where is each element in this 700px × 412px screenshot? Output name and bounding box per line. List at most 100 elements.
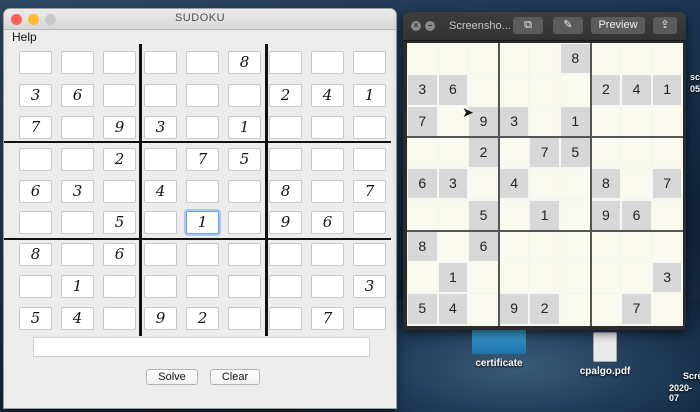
sudoku-cell[interactable] [61, 211, 94, 234]
markup-icon[interactable]: ✎ [553, 17, 583, 34]
sudoku-cell[interactable]: 5 [19, 307, 52, 330]
sudoku-cell[interactable] [269, 51, 302, 74]
sudoku-cell[interactable]: 3 [144, 116, 177, 139]
sudoku-cell[interactable] [269, 307, 302, 330]
preview-sudoku-cell: 1 [652, 75, 682, 105]
sudoku-cell[interactable] [228, 275, 261, 298]
sudoku-cell[interactable] [144, 51, 177, 74]
minimize-icon[interactable]: − [425, 21, 435, 31]
sudoku-cell[interactable]: 6 [311, 211, 344, 234]
sudoku-cell[interactable] [311, 180, 344, 203]
sudoku-cell[interactable] [103, 275, 136, 298]
sudoku-cell[interactable] [186, 275, 219, 298]
sudoku-cell[interactable] [269, 275, 302, 298]
sudoku-cell[interactable] [103, 84, 136, 107]
sudoku-cell[interactable] [228, 307, 261, 330]
sudoku-cell[interactable]: 5 [228, 148, 261, 171]
sudoku-cell[interactable]: 7 [311, 307, 344, 330]
sudoku-cell[interactable] [228, 180, 261, 203]
copy-icon[interactable]: ⧉ [513, 17, 543, 34]
result-field[interactable] [33, 337, 370, 357]
sudoku-cell[interactable]: 9 [269, 211, 302, 234]
sudoku-cell[interactable]: 6 [19, 180, 52, 203]
sudoku-cell[interactable]: 4 [61, 307, 94, 330]
sudoku-cell[interactable] [186, 243, 219, 266]
sudoku-cell[interactable] [19, 51, 52, 74]
sudoku-cell[interactable]: 9 [103, 116, 136, 139]
preview-sudoku-cell: 6 [622, 200, 651, 230]
sudoku-cell[interactable] [269, 116, 302, 139]
sudoku-cell[interactable] [228, 84, 261, 107]
sudoku-cell[interactable] [228, 211, 261, 234]
clear-button[interactable]: Clear [210, 369, 260, 385]
sudoku-cell[interactable] [61, 243, 94, 266]
sudoku-cell[interactable]: 8 [19, 243, 52, 266]
sudoku-cell[interactable] [353, 116, 386, 139]
preview-sudoku-cell: 6 [408, 169, 437, 199]
sudoku-cell[interactable] [61, 51, 94, 74]
solve-button[interactable]: Solve [146, 369, 198, 385]
sudoku-cell[interactable]: 1 [228, 116, 261, 139]
close-icon[interactable]: × [411, 21, 421, 31]
sudoku-cell[interactable]: 7 [186, 148, 219, 171]
sudoku-cell[interactable] [186, 180, 219, 203]
sudoku-cell[interactable] [269, 148, 302, 171]
sudoku-cell[interactable] [186, 116, 219, 139]
preview-sudoku-cell [408, 137, 437, 168]
sudoku-cell[interactable]: 5 [103, 211, 136, 234]
sudoku-cell[interactable] [353, 307, 386, 330]
sudoku-cell[interactable] [353, 243, 386, 266]
sudoku-cell[interactable] [61, 116, 94, 139]
sudoku-cell[interactable] [228, 243, 261, 266]
sudoku-cell[interactable] [103, 180, 136, 203]
sudoku-cell[interactable]: 3 [353, 275, 386, 298]
sudoku-cell[interactable] [144, 243, 177, 266]
sudoku-cell[interactable] [61, 148, 94, 171]
sudoku-cell[interactable]: 3 [61, 180, 94, 203]
sudoku-cell[interactable] [144, 84, 177, 107]
window-titlebar[interactable]: SUDOKU [4, 9, 396, 30]
sudoku-cell[interactable]: 9 [144, 307, 177, 330]
sudoku-cell[interactable]: 2 [186, 307, 219, 330]
sudoku-cell[interactable] [19, 211, 52, 234]
sudoku-cell[interactable] [186, 84, 219, 107]
desktop-file-certificate[interactable]: certificate [468, 328, 530, 369]
open-preview-button[interactable]: Preview [591, 17, 645, 34]
sudoku-cell[interactable] [311, 275, 344, 298]
sudoku-cell[interactable] [353, 51, 386, 74]
sudoku-cell[interactable]: 7 [19, 116, 52, 139]
sudoku-cell[interactable]: 4 [311, 84, 344, 107]
sudoku-cell[interactable] [311, 51, 344, 74]
preview-region-divider [407, 135, 683, 138]
sudoku-cell[interactable] [353, 148, 386, 171]
sudoku-cell[interactable] [311, 148, 344, 171]
sudoku-cell[interactable] [19, 148, 52, 171]
sudoku-cell[interactable]: 6 [103, 243, 136, 266]
sudoku-cell[interactable]: 2 [269, 84, 302, 107]
sudoku-cell[interactable] [144, 211, 177, 234]
sudoku-cell[interactable] [186, 51, 219, 74]
sudoku-cell[interactable] [103, 51, 136, 74]
preview-sudoku-cell [499, 200, 529, 230]
sudoku-cell[interactable]: 8 [228, 51, 261, 74]
sudoku-cell[interactable]: 1 [61, 275, 94, 298]
sudoku-cell[interactable]: 4 [144, 180, 177, 203]
sudoku-cell[interactable] [19, 275, 52, 298]
sudoku-cell[interactable] [103, 307, 136, 330]
sudoku-cell[interactable]: 1 [353, 84, 386, 107]
sudoku-cell[interactable] [144, 275, 177, 298]
sudoku-cell[interactable] [311, 116, 344, 139]
sudoku-cell[interactable]: 3 [19, 84, 52, 107]
sudoku-cell[interactable] [311, 243, 344, 266]
sudoku-cell[interactable] [144, 148, 177, 171]
sudoku-cell[interactable]: 2 [103, 148, 136, 171]
sudoku-cell[interactable] [269, 243, 302, 266]
sudoku-cell[interactable]: 7 [353, 180, 386, 203]
share-icon[interactable]: ⇪ [653, 17, 677, 34]
sudoku-cell[interactable]: 8 [269, 180, 302, 203]
sudoku-cell[interactable]: 1 [186, 211, 219, 234]
menu-help[interactable]: Help [12, 30, 37, 44]
sudoku-cell[interactable]: 6 [61, 84, 94, 107]
desktop-file-cpalgo[interactable]: cpalgo.pdf [572, 332, 638, 377]
sudoku-cell[interactable] [353, 211, 386, 234]
